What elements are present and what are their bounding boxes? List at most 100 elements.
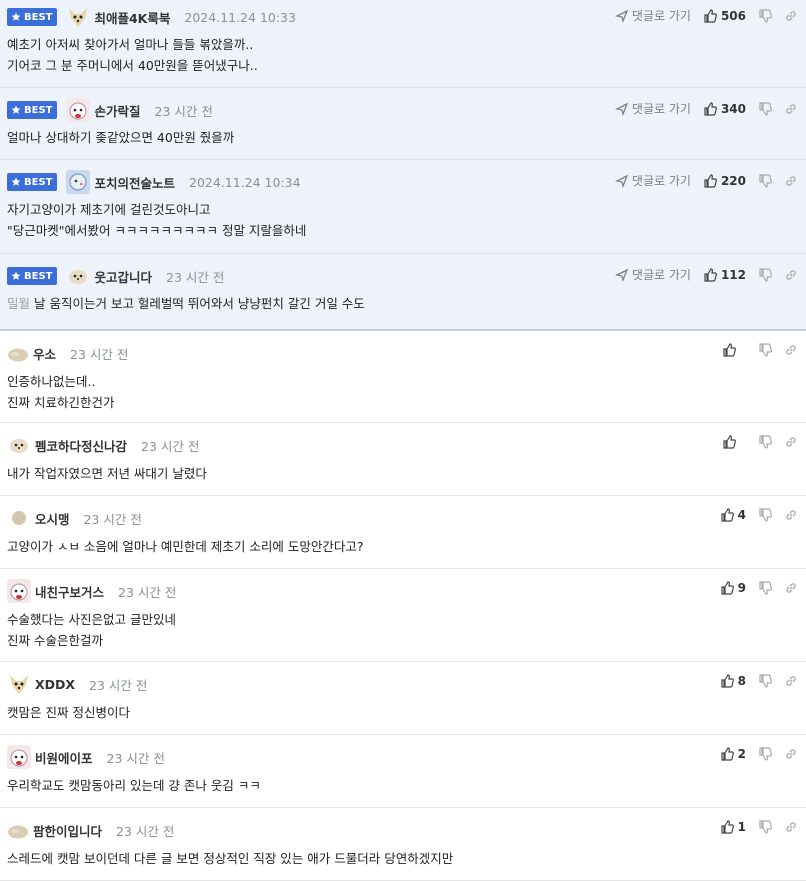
share-link-button[interactable]	[784, 102, 798, 116]
arrow-icon	[614, 174, 629, 188]
best-label: BEST	[24, 11, 53, 23]
comment-body: 고양이가 ㅅㅂ 소음에 얼마나 예민한데 제초기 소리에 도망안간다고?	[7, 536, 799, 567]
nickname[interactable]: 오시맹	[35, 509, 70, 528]
comment: XDDX 23 시간 전 8 캣맘은 진짜 정신병이다	[0, 662, 806, 735]
comment-actions: 1	[720, 820, 798, 834]
reply-go-link[interactable]: 댓글로 가기	[614, 266, 691, 283]
comment-line: 예초기 아저씨 찾아가서 얼마나 들들 볶았을까..	[7, 37, 254, 52]
nickname[interactable]: 최애플4K룩북	[94, 8, 170, 27]
link-icon	[786, 175, 796, 186]
share-link-button[interactable]	[784, 9, 798, 23]
star-icon	[11, 12, 21, 21]
comment-actions	[722, 435, 798, 449]
nickname[interactable]: 내친구보거스	[35, 582, 104, 601]
like-button[interactable]: 112	[703, 268, 746, 282]
comment-actions: 댓글로 가기 112	[614, 266, 798, 283]
nickname[interactable]: 포치의전술노트	[94, 173, 175, 192]
thumbs-down-icon	[759, 8, 772, 23]
share-link-button[interactable]	[784, 747, 798, 761]
nickname[interactable]: 펨코하다정신나감	[35, 436, 127, 455]
like-count: 4	[737, 508, 746, 522]
avatar-bird-icon	[66, 170, 91, 194]
dislike-button[interactable]	[758, 581, 772, 595]
dislike-button[interactable]	[758, 435, 772, 449]
dislike-button[interactable]	[758, 8, 772, 23]
thumbs-up-icon	[721, 747, 734, 761]
avatar-dog-icon	[66, 98, 91, 122]
share-link-button[interactable]	[784, 820, 798, 834]
link-icon	[786, 103, 796, 114]
dislike-button[interactable]	[758, 267, 772, 282]
dislike-button[interactable]	[758, 747, 772, 761]
timestamp: 23 시간 전	[83, 511, 142, 527]
like-count: 506	[720, 8, 746, 23]
share-link-button[interactable]	[784, 435, 798, 449]
share-link-button[interactable]	[784, 674, 798, 688]
dislike-button[interactable]	[758, 173, 772, 188]
thumbs-up-icon	[721, 820, 734, 834]
nickname[interactable]: 우소	[33, 344, 56, 363]
like-button[interactable]: 340	[703, 102, 746, 116]
comment-actions: 2	[720, 747, 798, 761]
thumbs-down-icon	[759, 343, 772, 357]
comment: 비원에이포 23 시간 전 2 우리학교도 캣맘동아리 있는데 걍 존나 웃김 …	[0, 735, 806, 808]
timestamp: 23 시간 전	[89, 677, 148, 693]
share-link-button[interactable]	[784, 174, 798, 188]
thumbs-down-icon	[759, 267, 772, 282]
like-button[interactable]: 1	[720, 820, 746, 834]
star-icon	[11, 105, 21, 114]
nickname[interactable]: XDDX	[35, 677, 75, 692]
share-link-button[interactable]	[784, 581, 798, 595]
quoted-user[interactable]: 밀월	[7, 296, 30, 311]
like-button[interactable]: 4	[720, 508, 746, 522]
comment-actions	[722, 343, 798, 357]
like-count: 112	[720, 267, 746, 282]
comment-line: 진짜 치료하긴한건가	[7, 395, 115, 410]
like-button[interactable]	[722, 435, 746, 449]
avatar-dot-icon	[7, 506, 31, 530]
avatar-blob-icon	[7, 348, 29, 362]
comment-body: 내가 작업자였으면 저년 싸대기 날렸다	[7, 463, 799, 494]
timestamp: 23 시간 전	[141, 438, 200, 454]
nickname[interactable]: 비원에이포	[35, 748, 93, 767]
link-icon	[786, 676, 796, 686]
thumbs-up-icon	[723, 343, 736, 357]
thumbs-up-icon	[721, 581, 734, 595]
like-button[interactable]: 8	[720, 674, 746, 688]
comment-line: 진짜 수술은한걸까	[7, 633, 103, 648]
share-link-button[interactable]	[784, 343, 798, 357]
nickname[interactable]: 손가락질	[94, 101, 140, 120]
star-icon	[11, 271, 21, 280]
nickname[interactable]: 웃고갑니다	[94, 267, 152, 286]
share-link-button[interactable]	[784, 268, 798, 282]
dislike-button[interactable]	[758, 343, 772, 357]
share-link-button[interactable]	[784, 508, 798, 522]
comment-body: 수술했다는 사진은없고 글만있네 진짜 수술은한걸까	[7, 609, 799, 661]
like-count: 340	[720, 101, 746, 116]
avatar-fox-icon	[66, 5, 90, 29]
thumbs-down-icon	[759, 101, 772, 116]
comment-actions: 댓글로 가기 506	[614, 7, 798, 24]
like-button[interactable]: 506	[703, 9, 746, 23]
dislike-button[interactable]	[758, 508, 772, 522]
dislike-button[interactable]	[758, 101, 772, 116]
like-button[interactable]: 220	[703, 174, 746, 188]
dislike-button[interactable]	[758, 674, 772, 688]
comment-line: 기어코 그 분 주머니에서 40만원을 뜯어냈구나..	[7, 58, 258, 73]
reply-go-link[interactable]: 댓글로 가기	[614, 7, 691, 24]
like-button[interactable]: 9	[720, 581, 746, 595]
dislike-button[interactable]	[758, 820, 772, 834]
reply-go-link[interactable]: 댓글로 가기	[614, 100, 691, 117]
avatar-blob-icon	[7, 825, 29, 839]
thumbs-down-icon	[759, 173, 772, 188]
like-button[interactable]	[722, 343, 746, 357]
nickname[interactable]: 팜한이입니다	[33, 821, 102, 840]
link-icon	[786, 510, 796, 520]
comment: 우소 23 시간 전 인증하나없는데.. 진짜 치료하긴한건가	[0, 331, 806, 423]
thumbs-up-icon	[704, 101, 717, 116]
reply-go-link[interactable]: 댓글로 가기	[614, 172, 691, 189]
timestamp: 23 시간 전	[106, 750, 165, 766]
like-button[interactable]: 2	[720, 747, 746, 761]
avatar-puppy-icon	[7, 433, 31, 457]
avatar-puppy-icon	[66, 264, 90, 288]
